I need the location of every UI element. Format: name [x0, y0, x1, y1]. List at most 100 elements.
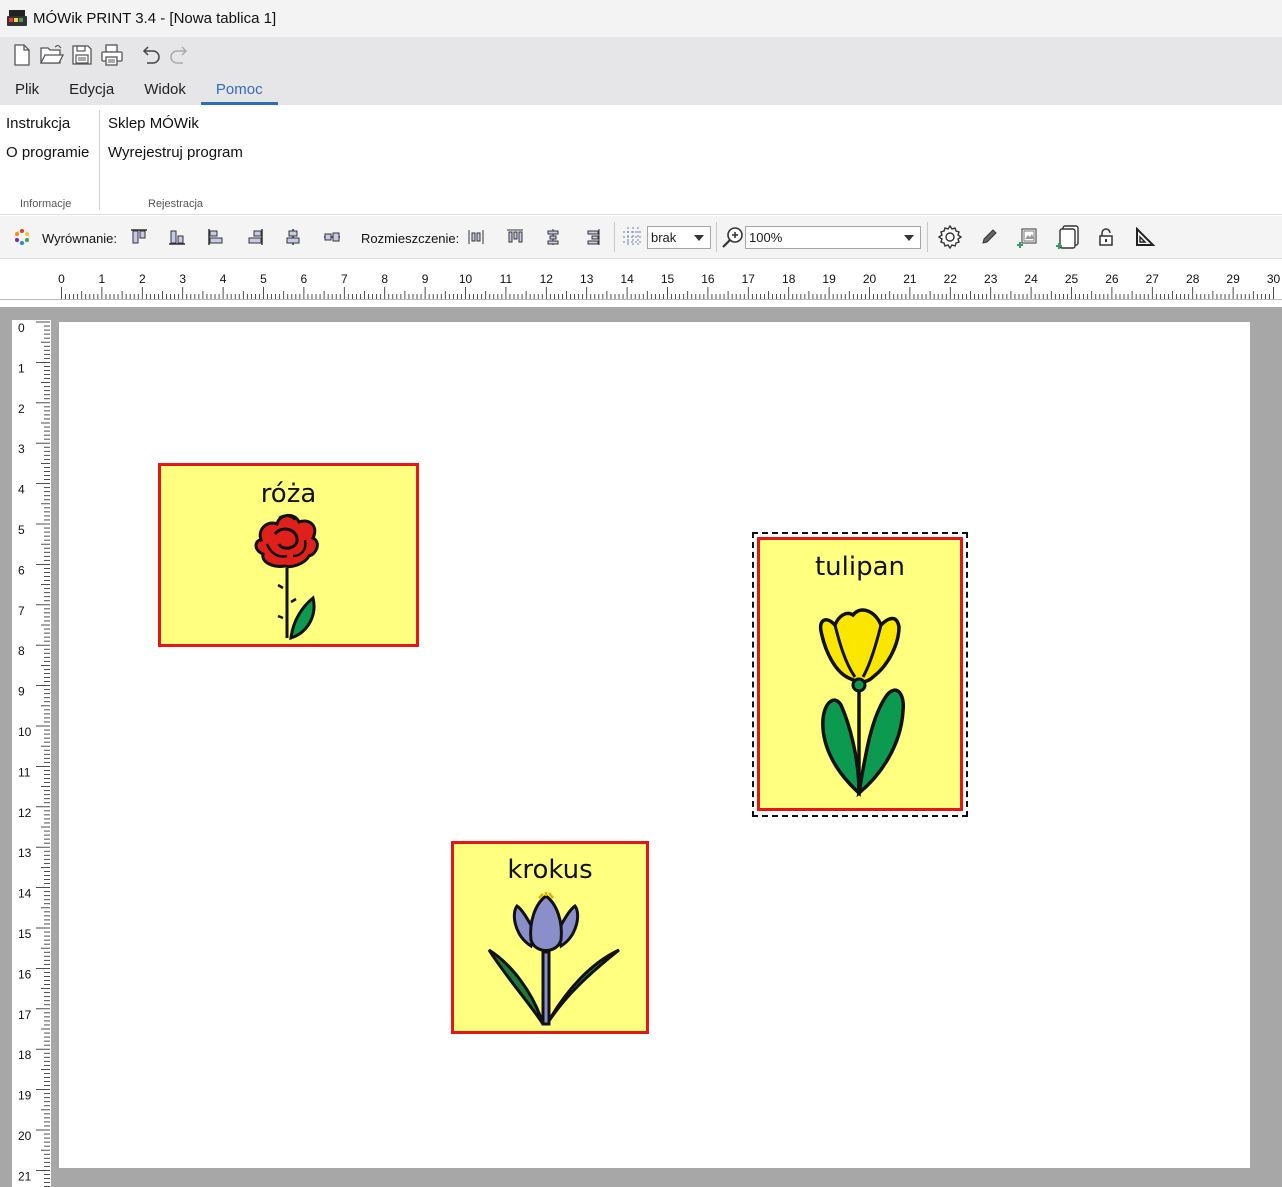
title-bar: MÓWik PRINT 3.4 - [Nowa tablica 1] [0, 0, 1282, 37]
ruler-tick-label: 13 [580, 272, 594, 286]
lock-icon[interactable] [1095, 225, 1117, 249]
ribbon-group-informacje: Instrukcja O programie Informacje [0, 105, 99, 215]
app-logo-icon [7, 9, 27, 28]
align-top-icon[interactable] [128, 225, 150, 249]
ruler-tick-label: 7 [18, 604, 25, 618]
ruler-tick-label: 15 [18, 927, 32, 941]
symbol-card-tulip[interactable]: tulipan [757, 537, 963, 811]
open-folder-icon[interactable] [40, 43, 64, 67]
ruler-tick-label: 8 [18, 644, 25, 658]
instrukcja-button[interactable]: Instrukcja [6, 115, 70, 132]
zoom-icon[interactable] [720, 225, 746, 249]
ribbon-tabs: Plik Edycja Widok Pomoc [0, 78, 278, 105]
ruler-tick-label: 0 [18, 321, 25, 335]
distribute-horizontal-icon[interactable] [465, 225, 487, 249]
align-left-icon[interactable] [205, 225, 227, 249]
pencil-icon[interactable] [978, 225, 1000, 249]
ruler-tick-label: 1 [99, 272, 106, 286]
zoom-select[interactable]: 100% [745, 226, 921, 249]
distribute-right-icon[interactable] [582, 225, 604, 249]
distribute-label: Rozmieszczenie: [361, 231, 460, 246]
edit-toolbar: Wyrównanie: Rozmieszczenie: brak 100% [0, 216, 1282, 259]
ribbon-group-caption: Informacje [20, 198, 72, 210]
redo-icon[interactable] [168, 43, 192, 67]
card-label: róża [260, 479, 317, 509]
ruler-tick-label: 9 [422, 272, 429, 286]
ruler-tick-label: 2 [18, 402, 25, 416]
ruler-tick-label: 3 [18, 442, 25, 456]
window-title: MÓWik PRINT 3.4 - [Nowa tablica 1] [33, 10, 277, 27]
ruler-tick-label: 19 [822, 272, 836, 286]
save-icon[interactable] [70, 43, 94, 67]
ruler-tick-label: 28 [1186, 272, 1200, 286]
print-icon[interactable] [100, 43, 124, 67]
ribbon-header: Plik Edycja Widok Pomoc [0, 37, 1282, 105]
ruler-tick-label: 14 [620, 272, 634, 286]
ruler-tick-label: 9 [18, 685, 25, 699]
settings-gear-icon[interactable] [936, 224, 964, 250]
ruler-tick-label: 20 [18, 1129, 32, 1143]
grid-icon[interactable] [621, 225, 645, 249]
distribute-top-icon[interactable] [504, 225, 526, 249]
ruler-tick-label: 10 [459, 272, 473, 286]
set-square-ruler-icon[interactable] [1133, 225, 1157, 249]
align-label: Wyrównanie: [42, 231, 118, 246]
ruler-tick-label: 21 [903, 272, 917, 286]
ruler-tick-label: 0 [58, 272, 65, 286]
ruler-tick-label: 30 [1267, 272, 1281, 286]
symbol-card-rose[interactable]: róża [158, 463, 419, 647]
align-center-vertical-icon[interactable] [282, 225, 304, 249]
ruler-tick-label: 22 [944, 272, 958, 286]
tulip-symbol [815, 607, 907, 797]
new-file-icon[interactable] [10, 43, 34, 67]
tab-plik[interactable]: Plik [0, 78, 54, 105]
symbol-card-crocus[interactable]: krokus [451, 841, 649, 1034]
align-bottom-icon[interactable] [166, 225, 188, 249]
ruler-tick-label: 2 [139, 272, 146, 286]
sklep-mowik-button[interactable]: Sklep MÓWik [108, 115, 199, 132]
ruler-tick-label: 26 [1105, 272, 1119, 286]
ruler-tick-label: 16 [701, 272, 715, 286]
toolbar-divider [927, 222, 928, 252]
tab-widok[interactable]: Widok [129, 78, 201, 105]
grid-select-value: brak [651, 230, 677, 245]
add-image-icon[interactable] [1014, 225, 1040, 249]
o-programie-button[interactable]: O programie [6, 144, 89, 161]
ruler-tick-label: 6 [18, 563, 25, 577]
ruler-tick-label: 27 [1146, 272, 1160, 286]
ruler-tick-label: 29 [1226, 272, 1240, 286]
ruler-tick-label: 3 [179, 272, 186, 286]
board-page[interactable]: róża tulipan krokus [59, 322, 1250, 1168]
wyrejestruj-program-button[interactable]: Wyrejestruj program [108, 144, 243, 161]
tab-edycja[interactable]: Edycja [54, 78, 129, 105]
ruler-tick-label: 12 [18, 806, 32, 820]
ruler-tick-label: 5 [18, 523, 25, 537]
ruler-tick-label: 4 [18, 483, 25, 497]
vertical-ruler[interactable]: 0 1 2 3 4 5 6 7 8 9 10 11 12 13 14 15 16 17 18 19 20 21 [12, 320, 51, 1187]
align-center-horizontal-icon[interactable] [321, 225, 343, 249]
ruler-tick-label: 11 [18, 765, 31, 779]
ruler-tick-label: 8 [381, 272, 388, 286]
ribbon-group-caption: Rejestracja [148, 198, 204, 210]
ruler-tick-label: 20 [863, 272, 877, 286]
card-label: tulipan [814, 552, 906, 582]
align-right-icon[interactable] [244, 225, 266, 249]
ruler-tick-label: 4 [220, 272, 227, 286]
ruler-tick-label: 24 [1024, 272, 1038, 286]
ruler-tick-label: 21 [18, 1169, 32, 1183]
add-page-icon[interactable] [1054, 225, 1082, 249]
ruler-tick-label: 15 [661, 272, 675, 286]
quick-access-toolbar [10, 43, 192, 67]
ruler-tick-label: 11 [500, 272, 513, 286]
grid-select[interactable]: brak [647, 226, 711, 249]
toolbar-divider [716, 222, 717, 252]
undo-icon[interactable] [138, 43, 162, 67]
ruler-tick-label: 7 [341, 272, 348, 286]
color-palette-icon[interactable] [11, 225, 33, 249]
horizontal-ruler[interactable]: 0 1 2 3 4 5 6 7 8 9 10 11 12 13 14 15 16 17 18 19 20 21 22 23 24… [0, 260, 1282, 300]
tab-pomoc[interactable]: Pomoc [200, 78, 278, 105]
distribute-vertical-icon[interactable] [542, 225, 564, 249]
crocus-symbol [485, 892, 621, 1026]
ruler-tick-label: 14 [18, 887, 32, 901]
ruler-tick-label: 25 [1065, 272, 1079, 286]
